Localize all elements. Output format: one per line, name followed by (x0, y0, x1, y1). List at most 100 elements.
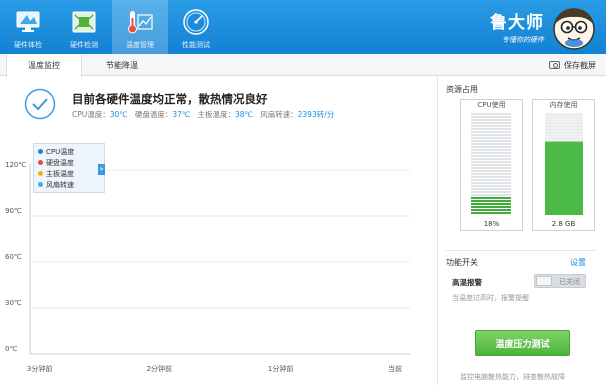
legend-collapse-button[interactable]: » (98, 164, 105, 175)
cpu-bar-segment (471, 125, 511, 127)
cpu-usage-bars (471, 113, 511, 214)
monitor-icon (13, 7, 43, 37)
legend-label: 风扇转速 (46, 180, 74, 189)
legend-dot (38, 182, 43, 187)
nav-hardware-detect[interactable]: 硬件检测 (56, 0, 112, 54)
toggle-state: 已关闭 (559, 278, 580, 286)
cpu-bar-segment (471, 179, 511, 181)
legend-item-disk[interactable]: 硬盘温度 (34, 157, 104, 168)
thermometer-chart-icon (125, 7, 155, 37)
cpu-bar-segment (471, 113, 511, 115)
cpu-bar-segment (471, 152, 511, 154)
functions-title: 功能开关 (446, 258, 478, 267)
legend-label: 硬盘温度 (46, 158, 74, 167)
cpu-bar-segment (471, 155, 511, 157)
y-tick-label: 120℃ (5, 161, 26, 169)
high-temp-alarm-label: 高温报警 (452, 278, 482, 287)
memory-usage-bar (545, 113, 583, 215)
fan-speed-value: 2393转/分 (297, 110, 335, 119)
nav-label: 温度管理 (126, 41, 154, 49)
cpu-bar-segment-filled (471, 209, 511, 211)
legend-item-cpu[interactable]: CPU温度 (34, 146, 104, 157)
memory-usage-label: 内存使用 (549, 101, 578, 109)
high-temp-alarm-description: 当温度过高时，报警提醒 (452, 294, 529, 302)
memory-bar-fill (545, 141, 583, 215)
panel-divider (437, 76, 438, 385)
cpu-bar-segment-filled (471, 206, 511, 208)
cpu-bar-segment (471, 176, 511, 178)
nav-label: 性能测试 (182, 41, 210, 49)
cpu-bar-segment-filled (471, 200, 511, 202)
circuit-board-icon (69, 7, 99, 37)
disk-temp-value: 37℃ (172, 110, 191, 119)
brand: 鲁大师 专懂你的硬件 (490, 8, 544, 45)
resources-title: 资源占用 (446, 85, 478, 94)
cpu-bar-segment (471, 128, 511, 130)
board-temp-label: 主板温度： (197, 110, 236, 119)
cpu-bar-segment-filled (471, 197, 511, 199)
cpu-bar-segment (471, 122, 511, 124)
legend-item-fan[interactable]: 风扇转速 (34, 179, 104, 190)
y-tick-label: 90℃ (5, 207, 22, 215)
cpu-bar-segment (471, 137, 511, 139)
cpu-bar-segment-filled (471, 203, 511, 205)
cpu-bar-segment (471, 161, 511, 163)
fan-speed-label: 风扇转速： (260, 110, 298, 119)
legend-label: 主板温度 (46, 169, 74, 178)
cpu-bar-segment (471, 146, 511, 148)
board-temp-value: 38℃ (235, 110, 253, 119)
legend-dot (38, 160, 43, 165)
high-temp-alarm-toggle[interactable]: 已关闭 (534, 274, 586, 288)
cpu-bar-segment (471, 140, 511, 142)
cpu-bar-segment (471, 188, 511, 190)
cpu-bar-segment-filled (471, 212, 511, 214)
main-nav: 硬件体检 硬件检测 温度管理 性能测试 (0, 0, 224, 54)
speedometer-icon (181, 7, 211, 37)
camera-icon (549, 61, 560, 69)
y-tick-label: 0℃ (5, 345, 17, 353)
legend-item-board[interactable]: 主板温度 (34, 168, 104, 179)
cpu-bar-segment (471, 143, 511, 145)
cpu-bar-segment (471, 191, 511, 193)
cpu-bar-segment (471, 167, 511, 169)
tab-energy-saving[interactable]: 节能降温 (84, 54, 160, 76)
nav-hardware-checkup[interactable]: 硬件体检 (0, 0, 56, 54)
save-screenshot-label: 保存截屏 (564, 60, 596, 70)
legend-label: CPU温度 (46, 147, 75, 156)
cpu-bar-segment (471, 194, 511, 196)
legend-dot (38, 171, 43, 176)
cpu-bar-segment (471, 131, 511, 133)
status-detail: CPU温度：30℃ 硬盘温度：37℃ 主板温度：38℃ 风扇转速：2393转/分 (72, 109, 334, 120)
save-screenshot-button[interactable]: 保存截屏 (549, 54, 596, 76)
tab-temperature-monitor[interactable]: 温度监控 (6, 54, 82, 77)
cpu-bar-segment (471, 170, 511, 172)
cpu-usage-meter: CPU使用 18% (460, 99, 523, 231)
disk-temp-label: 硬盘温度： (134, 110, 173, 119)
toggle-knob (536, 276, 552, 286)
cpu-bar-segment (471, 182, 511, 184)
status-title: 目前各硬件温度均正常，散热情况良好 (72, 92, 268, 106)
nav-performance-test[interactable]: 性能测试 (168, 0, 224, 54)
cpu-usage-label: CPU使用 (477, 101, 506, 109)
cpu-usage-value: 18% (483, 220, 500, 228)
y-tick-label: 30℃ (5, 299, 22, 307)
cpu-temp-value: 30℃ (109, 110, 128, 119)
stress-test-description: 监控电脑散热能力，排查散热故障 (460, 373, 565, 381)
settings-link[interactable]: 设置 (570, 257, 586, 268)
y-tick-label: 60℃ (5, 253, 22, 261)
cpu-bar-segment (471, 164, 511, 166)
mascot-logo (550, 4, 598, 52)
brand-slogan: 专懂你的硬件 (502, 36, 544, 44)
status-ok-icon (24, 88, 56, 120)
temperature-stress-test-button[interactable]: 温度压力测试 (475, 330, 570, 356)
brand-name: 鲁大师 (490, 13, 544, 33)
cpu-bar-segment (471, 158, 511, 160)
legend-dot (38, 149, 43, 154)
cpu-bar-segment (471, 173, 511, 175)
cpu-bar-segment (471, 149, 511, 151)
memory-usage-meter: 内存使用 2.8 GB (532, 99, 595, 231)
cpu-bar-segment (471, 116, 511, 118)
nav-label: 硬件检测 (70, 41, 98, 49)
nav-temperature-management[interactable]: 温度管理 (112, 0, 168, 54)
app-header: 硬件体检 硬件检测 温度管理 性能测试 鲁大师 专懂你的硬件 (0, 0, 606, 54)
